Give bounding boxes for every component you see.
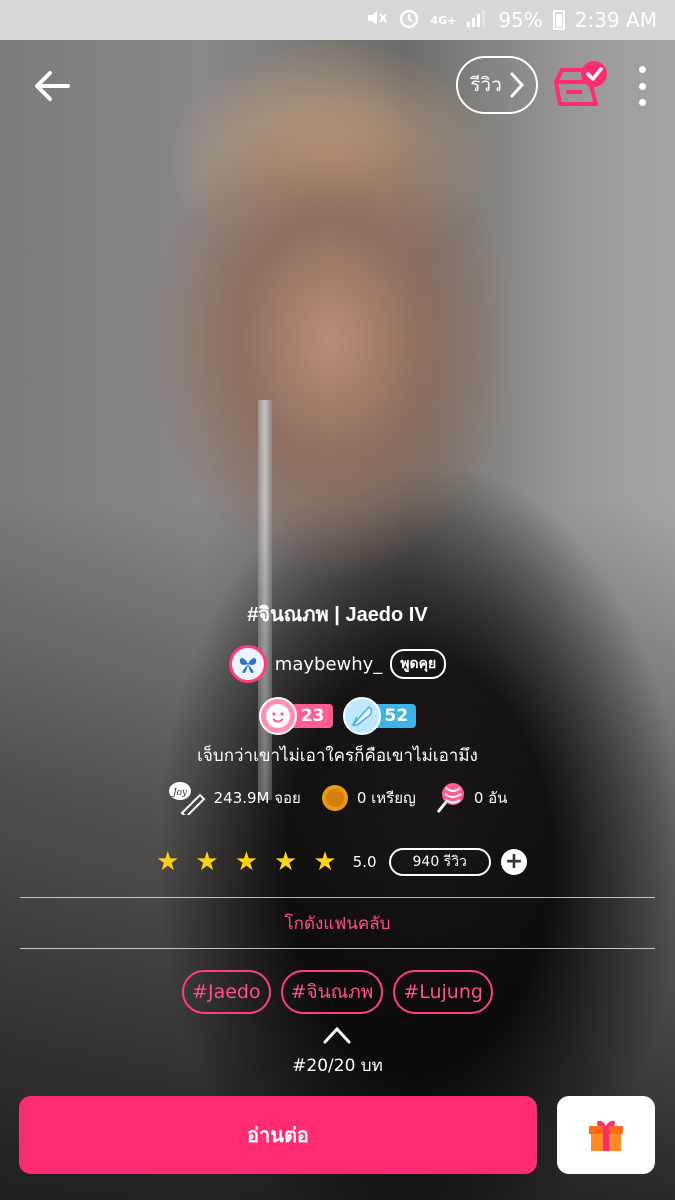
fanclub-link[interactable]: โกดังแฟนคลับ <box>20 897 655 949</box>
chevron-right-icon <box>510 72 524 98</box>
novel-tagline: เจ็บกว่าเขาไม่เอาใครก็คือเขาไม่เอามึง <box>197 746 478 766</box>
star-icon[interactable]: ★ <box>195 847 218 877</box>
mute-icon <box>366 8 388 33</box>
star-icon[interactable]: ★ <box>235 847 258 877</box>
author-badges: 23 52 <box>0 696 675 736</box>
likes-badge-count: 23 <box>290 704 333 728</box>
star-icon[interactable]: ★ <box>313 847 336 877</box>
network-icon: 4G+ <box>430 13 457 27</box>
chat-button[interactable]: พูดคุย <box>390 649 447 679</box>
writes-badge-count: 52 <box>374 704 417 728</box>
likes-badge: 23 <box>258 697 333 735</box>
candy-count: 0 อัน <box>473 789 508 807</box>
quill-pen-icon <box>342 697 381 735</box>
add-review-button[interactable]: + <box>500 849 527 875</box>
butterfly-icon <box>239 658 256 674</box>
chevron-up-icon[interactable] <box>322 1024 352 1046</box>
author-avatar[interactable] <box>228 645 267 683</box>
review-count-button[interactable]: 940 รีวิว <box>388 848 491 876</box>
novel-title: #จินณภพ | Jaedo IV <box>247 604 428 626</box>
alarm-icon <box>398 7 420 34</box>
status-bar: 4G+ 95% 2:39 AM <box>0 0 675 40</box>
review-button[interactable]: รีวิว <box>456 56 538 114</box>
writes-badge: 52 <box>342 697 417 735</box>
gift-button[interactable] <box>557 1096 655 1174</box>
star-icon[interactable]: ★ <box>274 847 297 877</box>
tag-jinnapop[interactable]: #จินณภพ <box>280 970 384 1014</box>
battery-percent: 95% <box>498 8 543 32</box>
more-vertical-icon <box>638 66 646 73</box>
library-check-icon <box>554 61 607 106</box>
signal-icon <box>466 8 488 33</box>
back-arrow-icon <box>35 71 70 101</box>
clock: 2:39 AM <box>574 8 657 32</box>
author-row: maybewhy_ พูดคุย <box>0 644 675 684</box>
rating-score: 5.0 <box>352 853 377 871</box>
tag-jaedo[interactable]: #Jaedo <box>182 970 271 1014</box>
star-icon[interactable]: ★ <box>156 847 179 877</box>
joy-pen-icon: Joy <box>168 782 206 815</box>
novel-info: #จินณภพ | Jaedo IV maybewhy_ พูดคุย 23 5… <box>0 598 675 880</box>
coin-count: 0 เหรียญ <box>356 789 416 807</box>
stats-row: Joy 243.9M จอย 0 เหรียญ 0 อัน <box>0 780 675 816</box>
tag-lujung[interactable]: #Lujung <box>393 970 493 1014</box>
lollipop-icon <box>436 783 464 813</box>
joy-badge-text: Joy <box>171 788 188 798</box>
joy-stat: Joy 243.9M จอย <box>168 781 301 815</box>
coin-icon <box>321 785 348 811</box>
back-button[interactable] <box>30 64 74 108</box>
episode-count: #20/20 บท <box>292 1056 383 1076</box>
top-bar: รีวิว <box>0 40 675 130</box>
rating-row: ★ ★ ★ ★ ★ 5.0 940 รีวิว + <box>0 844 675 880</box>
candy-stat: 0 อัน <box>436 782 508 814</box>
continue-reading-button[interactable]: อ่านต่อ <box>19 1096 537 1174</box>
smile-face-icon <box>258 697 297 735</box>
gift-icon <box>589 1120 623 1151</box>
coin-stat: 0 เหรียญ <box>321 784 416 812</box>
tag-list: #Jaedo #จินณภพ #Lujung <box>0 970 675 1014</box>
library-button[interactable] <box>552 58 610 112</box>
battery-icon <box>552 10 565 30</box>
review-button-label: รีวิว <box>470 74 502 96</box>
more-options-button[interactable] <box>628 66 656 106</box>
joy-count: 243.9M จอย <box>213 789 301 807</box>
author-name[interactable]: maybewhy_ <box>275 654 383 675</box>
